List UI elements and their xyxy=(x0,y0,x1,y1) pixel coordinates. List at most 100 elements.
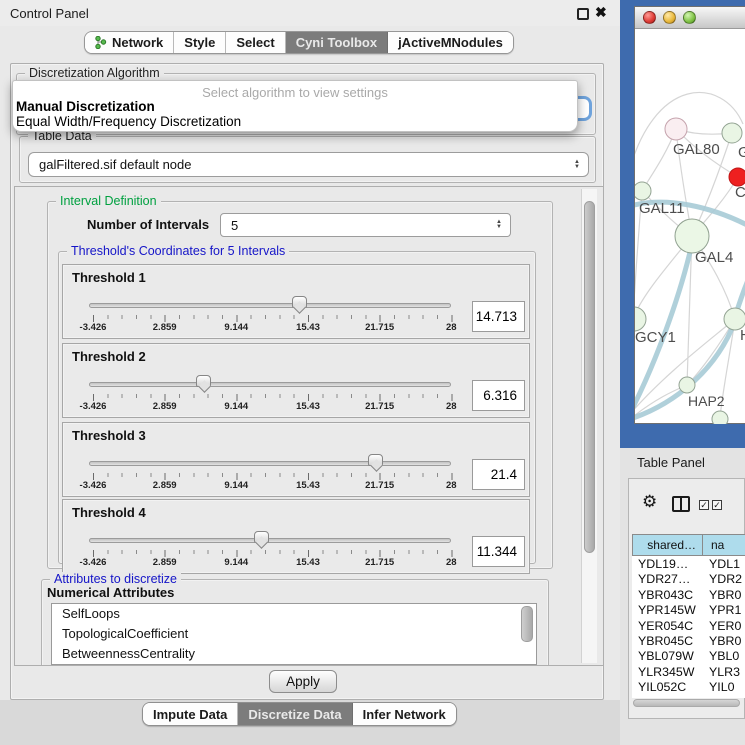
slider-thumb[interactable] xyxy=(254,531,269,543)
tick-label: -3.426 xyxy=(80,322,107,333)
tab-label: Cyni Toolbox xyxy=(296,35,377,50)
algorithm-option-equal-width[interactable]: Equal Width/Frequency Discretization xyxy=(16,114,241,129)
spinner-icon: ▲▼ xyxy=(574,160,580,170)
cell-name: YPR1 xyxy=(709,603,741,617)
slider-thumb[interactable] xyxy=(196,375,211,387)
cell-shared-name: YPR145W xyxy=(638,603,696,617)
float-window-icon[interactable] xyxy=(577,8,589,20)
cell-name: YDR2 xyxy=(709,572,742,586)
table-row[interactable]: YLR345WYLR3 xyxy=(632,665,745,680)
node-label: GCY1 xyxy=(635,329,676,346)
bottom-tab-bar: Impute DataDiscretize DataInfer Network xyxy=(142,702,457,726)
slider-thumb[interactable] xyxy=(292,296,307,308)
num-intervals-value: 5 xyxy=(231,218,238,233)
attribute-list-item[interactable]: BetweennessCentrality xyxy=(52,644,536,664)
threshold-value-field[interactable]: 11.344 xyxy=(472,536,525,567)
attribute-list-item[interactable]: TopologicalCoefficient xyxy=(52,624,536,644)
apply-button[interactable]: Apply xyxy=(269,670,337,693)
zoom-traffic-light[interactable] xyxy=(683,11,696,24)
tab-label: jActiveMNodules xyxy=(398,35,503,50)
table-data-combobox[interactable]: galFiltered.sif default node ▲▼ xyxy=(28,152,589,177)
cell-shared-name: YBL079W xyxy=(638,649,694,663)
tab-network[interactable]: Network xyxy=(85,32,174,53)
attributes-list: SelfLoopsTopologicalCoefficientBetweenne… xyxy=(51,603,537,665)
column-header-name[interactable]: na xyxy=(703,534,745,556)
tab-style[interactable]: Style xyxy=(174,32,226,53)
node-label: GAL80 xyxy=(673,141,720,158)
list-scrollbar[interactable] xyxy=(521,606,533,642)
table-row[interactable]: YPR145W YPR1 xyxy=(632,603,745,618)
threshold-label: Threshold 4 xyxy=(72,505,146,520)
gear-icon[interactable]: ⚙ xyxy=(642,492,657,512)
table-row[interactable]: YDR27…YDR2 xyxy=(632,572,745,587)
column-layout-icon[interactable] xyxy=(672,496,690,512)
tab-select[interactable]: Select xyxy=(226,32,285,53)
network-window-titlebar[interactable] xyxy=(635,7,745,29)
table-row[interactable]: YBR045CYBR0 xyxy=(632,634,745,649)
node-label: H xyxy=(740,327,745,344)
slider-track[interactable] xyxy=(89,382,451,387)
tick-label: 28 xyxy=(446,322,457,333)
tab-impute-data[interactable]: Impute Data xyxy=(143,703,238,725)
threshold-label: Threshold 2 xyxy=(72,349,146,364)
tab-cyni-toolbox[interactable]: Cyni Toolbox xyxy=(286,32,388,53)
algorithm-option-manual[interactable]: Manual Discretization xyxy=(16,99,155,114)
threshold-value-field[interactable]: 14.713 xyxy=(472,301,525,332)
tick-label: 28 xyxy=(446,480,457,491)
threshold-label: Threshold 3 xyxy=(72,428,146,443)
algorithm-dropdown-popup: Select algorithm to view settings Manual… xyxy=(12,80,578,132)
checkbox-icon[interactable]: ✓ xyxy=(712,500,722,510)
network-tab-icon xyxy=(95,36,107,49)
checkbox-icon[interactable]: ✓ xyxy=(699,500,709,510)
numerical-attributes-label: Numerical Attributes xyxy=(47,585,174,600)
tick-label: -3.426 xyxy=(80,401,107,412)
attribute-list-item[interactable]: SelfLoops xyxy=(52,604,536,624)
tick-label: -3.426 xyxy=(80,480,107,491)
top-tab-bar: NetworkStyleSelect Cyni Toolbox jActiveMNo… xyxy=(84,31,514,54)
num-intervals-combobox[interactable]: 5 ▲▼ xyxy=(220,213,511,237)
tab-discretize-data[interactable]: Discretize Data xyxy=(238,703,352,725)
slider-track[interactable] xyxy=(89,303,451,308)
network-node-bottom[interactable] xyxy=(712,411,728,424)
slider-track[interactable] xyxy=(89,538,451,543)
network-node-hap2[interactable] xyxy=(679,377,695,393)
control-panel-titlebar xyxy=(0,0,620,26)
column-header-shared[interactable]: shared… xyxy=(632,534,703,556)
network-node-gcy1[interactable] xyxy=(635,307,646,331)
cell-name: YIL0 xyxy=(709,680,735,694)
algorithm-prompt: Select algorithm to view settings xyxy=(13,85,577,100)
table-row[interactable]: YBL079WYBL0 xyxy=(632,649,745,664)
table-row[interactable]: YIL052CYIL0 xyxy=(632,680,745,695)
network-node-gal11[interactable] xyxy=(635,182,651,200)
slider-thumb[interactable] xyxy=(368,454,383,466)
horizontal-scrollbar[interactable] xyxy=(633,699,740,707)
table-panel-title: Table Panel xyxy=(637,455,705,470)
threshold-value-field[interactable]: 21.4 xyxy=(472,459,525,490)
cell-shared-name: YLR345W xyxy=(638,665,694,679)
minimize-traffic-light[interactable] xyxy=(663,11,676,24)
tick-label: 15.43 xyxy=(296,322,320,333)
network-canvas[interactable]: GAL80 GA C GAL11 GAL4 GCY1 H HAP2 xyxy=(635,29,745,424)
tab-infer-network[interactable]: Infer Network xyxy=(353,703,456,725)
table-row[interactable]: YER054CYER0 xyxy=(632,619,745,634)
cell-name: YBR0 xyxy=(709,588,741,602)
tick-label: 9.144 xyxy=(224,557,248,568)
network-node-gal4[interactable] xyxy=(675,219,709,253)
vertical-scrollbar[interactable] xyxy=(581,189,597,663)
thresholds-title: Threshold's Coordinates for 5 Intervals xyxy=(67,244,289,258)
close-icon[interactable]: ✖ xyxy=(595,4,607,21)
network-node-gal80[interactable] xyxy=(665,118,687,140)
table-data-groupbox: Table Data galFiltered.sif default node … xyxy=(19,136,596,183)
close-traffic-light[interactable] xyxy=(643,11,656,24)
cell-name: YBR0 xyxy=(709,634,741,648)
slider-track[interactable] xyxy=(89,461,451,466)
tab-jactivemnodules[interactable]: jActiveMNodules xyxy=(388,32,513,53)
threshold-row: Threshold 1 -3.4262.8599.14415.4321.7152… xyxy=(62,264,530,339)
node-label: GAL11 xyxy=(639,200,685,217)
threshold-value-field[interactable]: 6.316 xyxy=(472,380,525,411)
table-row[interactable]: YDL19…YDL1 xyxy=(632,557,745,572)
threshold-row: Threshold 4 -3.4262.8599.14415.4321.7152… xyxy=(62,499,530,574)
table-row[interactable]: YBR043CYBR0 xyxy=(632,588,745,603)
network-node-ga[interactable] xyxy=(722,123,742,143)
tick-label: 9.144 xyxy=(224,322,248,333)
